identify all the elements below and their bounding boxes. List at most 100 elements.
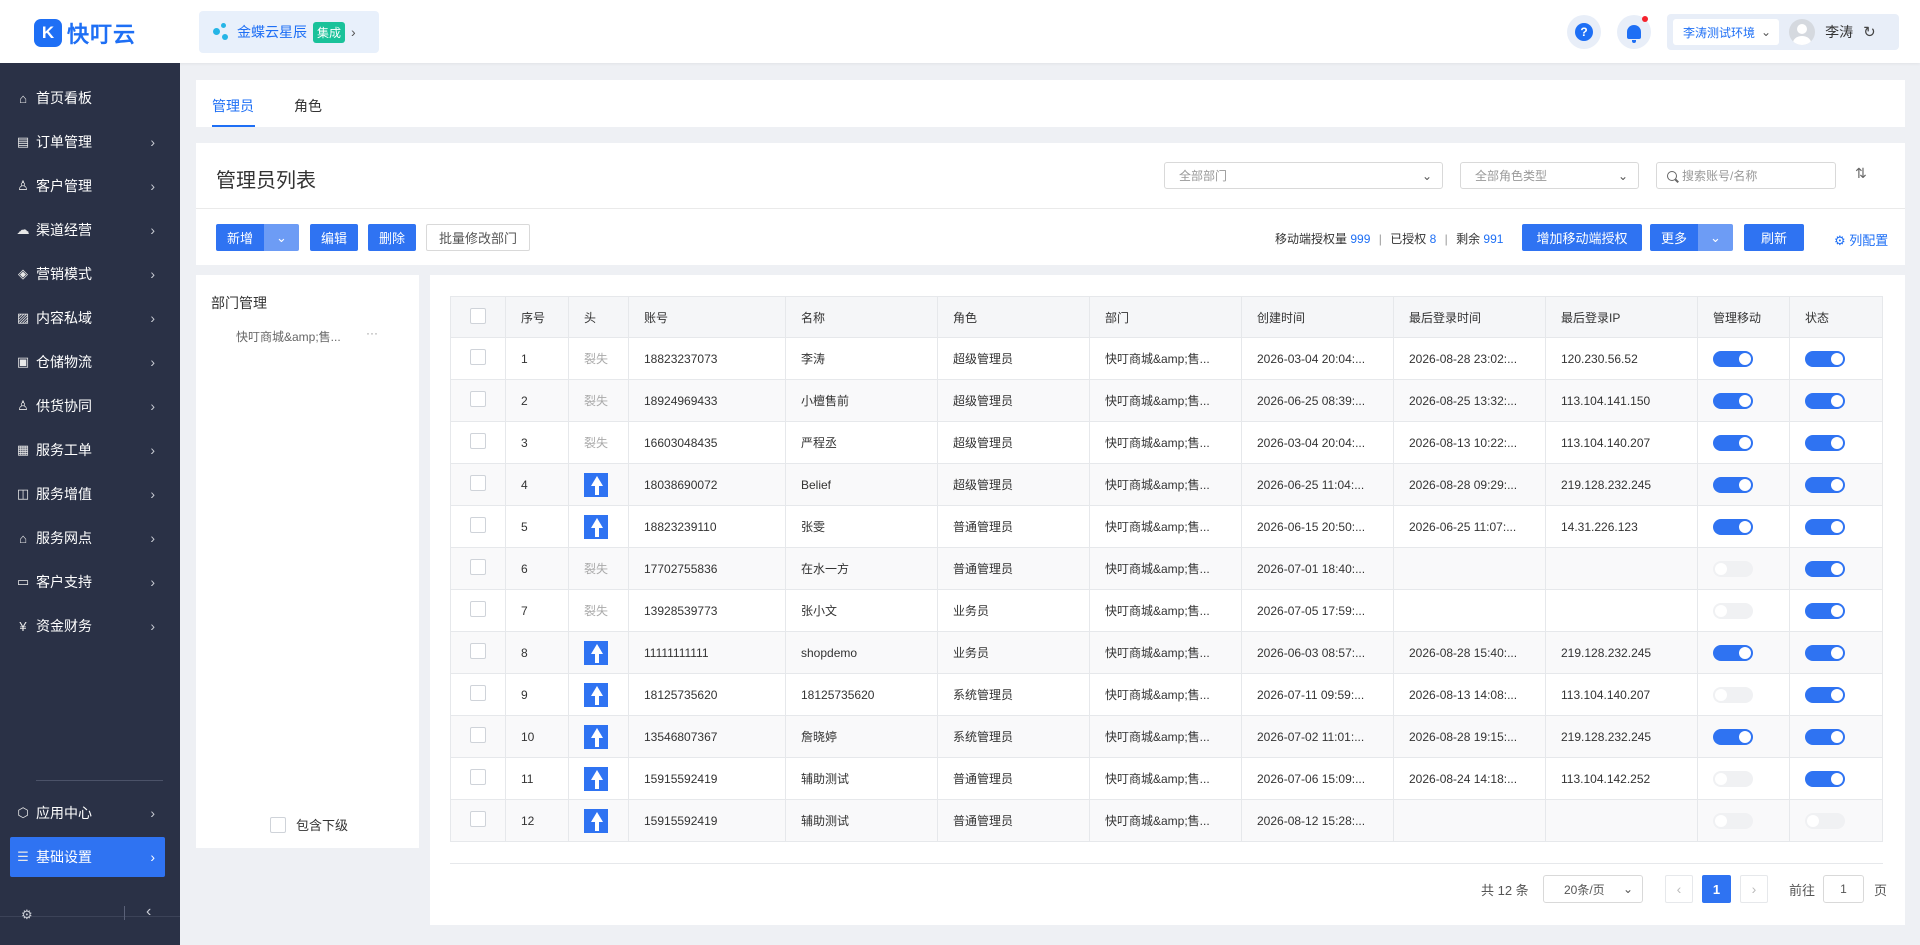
department-tree-node[interactable]: 快叮商城&amp;售...	[236, 328, 341, 345]
sidebar-item-finance[interactable]: ¥ 资金财务 ›	[10, 606, 165, 646]
status-switch[interactable]	[1805, 644, 1845, 661]
include-subordinates-checkbox[interactable]	[270, 816, 286, 833]
department-filter[interactable]: 全部部门 ⌄	[1164, 162, 1443, 189]
prev-page-button[interactable]: ‹	[1665, 875, 1693, 903]
role-type-filter[interactable]: 全部角色类型 ⌄	[1460, 162, 1639, 189]
table-row[interactable]: 3 裂失 16603048435 严程丞 超级管理员 快叮商城&amp;售... 2026-…	[450, 421, 1883, 464]
refresh-button[interactable]: 刷新	[1744, 224, 1804, 251]
table-row[interactable]: 12 15915592419 辅助测试 普通管理员 快叮商城&amp;售... 2026-…	[450, 799, 1883, 842]
row-checkbox[interactable]	[470, 517, 486, 533]
current-page-button[interactable]: 1	[1702, 875, 1731, 903]
sidebar-item-orders[interactable]: ▤ 订单管理 ›	[10, 122, 165, 162]
table-row[interactable]: 4 18038690072 Belief 超级管理员 快叮商城&amp;售... 2026…	[450, 463, 1883, 506]
row-checkbox[interactable]	[470, 601, 486, 617]
sidebar-item-warehouse[interactable]: ▣ 仓储物流 ›	[10, 342, 165, 382]
row-checkbox[interactable]	[470, 727, 486, 743]
sidebar-item-value-added[interactable]: ◫ 服务增值 ›	[10, 474, 165, 514]
add-dropdown-button[interactable]: ⌄	[264, 224, 299, 251]
row-checkbox[interactable]	[470, 349, 486, 365]
select-all-checkbox[interactable]	[470, 307, 486, 324]
mobile-admin-switch[interactable]	[1713, 812, 1753, 829]
collapse-sidebar-icon[interactable]: ‹	[146, 903, 151, 921]
status-switch[interactable]	[1805, 770, 1845, 787]
mobile-admin-switch[interactable]	[1713, 770, 1753, 787]
table-row[interactable]: 6 裂失 17702755836 在水一方 普通管理员 快叮商城&amp;售... 2026…	[450, 547, 1883, 590]
sidebar-item-customers[interactable]: ♙ 客户管理 ›	[10, 166, 165, 206]
sidebar-item-support[interactable]: ▭ 客户支持 ›	[10, 562, 165, 602]
table-row[interactable]: 5 18823239110 张雯 普通管理员 快叮商城&amp;售... 2026-06-…	[450, 505, 1883, 548]
user-name[interactable]: 李涛	[1825, 22, 1853, 42]
environment-select[interactable]: 李涛测试环境 ⌄	[1673, 19, 1780, 45]
add-mobile-auth-button[interactable]: 增加移动端授权	[1522, 224, 1642, 251]
more-button[interactable]: 更多	[1650, 224, 1698, 251]
edit-button[interactable]: 编辑	[310, 224, 358, 251]
mobile-admin-switch[interactable]	[1713, 644, 1753, 661]
sidebar-item-basic-settings[interactable]: ☰ 基础设置 ›	[10, 837, 165, 877]
status-switch[interactable]	[1805, 518, 1845, 535]
row-checkbox[interactable]	[470, 643, 486, 659]
row-checkbox[interactable]	[470, 559, 486, 575]
table-row[interactable]: 8 11111111111 shopdemo 业务员 快叮商城&amp;售... 2026…	[450, 631, 1883, 674]
mobile-admin-switch[interactable]	[1713, 518, 1753, 535]
mobile-admin-switch[interactable]	[1713, 560, 1753, 577]
mobile-admin-switch[interactable]	[1713, 350, 1753, 367]
sidebar-item-dashboard[interactable]: ⌂ 首页看板	[10, 78, 165, 118]
status-switch[interactable]	[1805, 350, 1845, 367]
sidebar-item-marketing[interactable]: ◈ 营销模式 ›	[10, 254, 165, 294]
batch-modify-department-button[interactable]: 批量修改部门	[426, 224, 530, 251]
avatar[interactable]	[1789, 19, 1816, 45]
help-button[interactable]: ?	[1567, 15, 1601, 49]
mobile-admin-switch[interactable]	[1713, 392, 1753, 409]
sidebar-item-tickets[interactable]: ▦ 服务工单 ›	[10, 430, 165, 470]
mobile-admin-switch[interactable]	[1713, 476, 1753, 493]
page-size-select[interactable]: 20条/页 ⌄	[1543, 875, 1643, 903]
tab-role[interactable]: 角色	[294, 96, 322, 116]
table-row[interactable]: 1 裂失 18823237073 李涛 超级管理员 快叮商城&amp;售... 2026-0…	[450, 337, 1883, 380]
row-checkbox[interactable]	[470, 811, 486, 827]
table-row[interactable]: 11 15915592419 辅助测试 普通管理员 快叮商城&amp;售... 2026-…	[450, 757, 1883, 800]
row-checkbox[interactable]	[470, 391, 486, 407]
delete-button[interactable]: 删除	[368, 224, 416, 251]
search-input[interactable]	[1682, 168, 1822, 183]
refresh-icon[interactable]: ↻	[1863, 23, 1876, 41]
more-icon[interactable]: ···	[366, 326, 378, 340]
table-row[interactable]: 10 13546807367 詹晓婷 系统管理员 快叮商城&amp;售... 2026-0…	[450, 715, 1883, 758]
row-checkbox[interactable]	[470, 685, 486, 701]
tab-admin[interactable]: 管理员	[212, 96, 254, 116]
include-subordinates[interactable]: 包含下级	[270, 815, 348, 834]
notification-button[interactable]	[1617, 15, 1651, 49]
row-checkbox[interactable]	[470, 475, 486, 491]
status-switch[interactable]	[1805, 728, 1845, 745]
next-page-button[interactable]: ›	[1740, 875, 1768, 903]
status-switch[interactable]	[1805, 476, 1845, 493]
row-checkbox[interactable]	[470, 433, 486, 449]
status-switch[interactable]	[1805, 434, 1845, 451]
gear-icon[interactable]: ⚙	[21, 907, 33, 923]
status-switch[interactable]	[1805, 686, 1845, 703]
table-row[interactable]: 9 18125735620 18125735620 系统管理员 快叮商城&amp;售..…	[450, 673, 1883, 716]
mobile-admin-switch[interactable]	[1713, 602, 1753, 619]
status-switch[interactable]	[1805, 602, 1845, 619]
goto-page-input[interactable]: 1	[1823, 875, 1864, 903]
logo[interactable]: K 快叮云	[34, 17, 136, 49]
row-checkbox[interactable]	[470, 769, 486, 785]
mobile-admin-switch[interactable]	[1713, 686, 1753, 703]
sidebar-item-supply[interactable]: ♙ 供货协同 ›	[10, 386, 165, 426]
table-row[interactable]: 7 裂失 13928539773 张小文 业务员 快叮商城&amp;售... 2026-07…	[450, 589, 1883, 632]
sidebar-item-content[interactable]: ▨ 内容私域 ›	[10, 298, 165, 338]
integration-switcher[interactable]: 金蝶云星辰 集成 ›	[199, 11, 379, 53]
column-config-button[interactable]: ⚙ 列配置	[1834, 230, 1888, 249]
sidebar-item-channels[interactable]: ☁ 渠道经营 ›	[10, 210, 165, 250]
add-button[interactable]: 新增	[216, 224, 264, 251]
sort-icon[interactable]: ⇅	[1855, 165, 1867, 182]
status-switch[interactable]	[1805, 392, 1845, 409]
status-switch[interactable]	[1805, 812, 1845, 829]
more-dropdown-button[interactable]: ⌄	[1698, 224, 1733, 251]
mobile-admin-switch[interactable]	[1713, 434, 1753, 451]
table-row[interactable]: 2 裂失 18924969433 小檀售前 超级管理员 快叮商城&amp;售... 2026…	[450, 379, 1883, 422]
status-switch[interactable]	[1805, 560, 1845, 577]
sidebar-item-outlets[interactable]: ⌂ 服务网点 ›	[10, 518, 165, 558]
sidebar-item-app-center[interactable]: ⬡ 应用中心 ›	[10, 793, 165, 833]
tabs-card	[196, 80, 1905, 127]
mobile-admin-switch[interactable]	[1713, 728, 1753, 745]
